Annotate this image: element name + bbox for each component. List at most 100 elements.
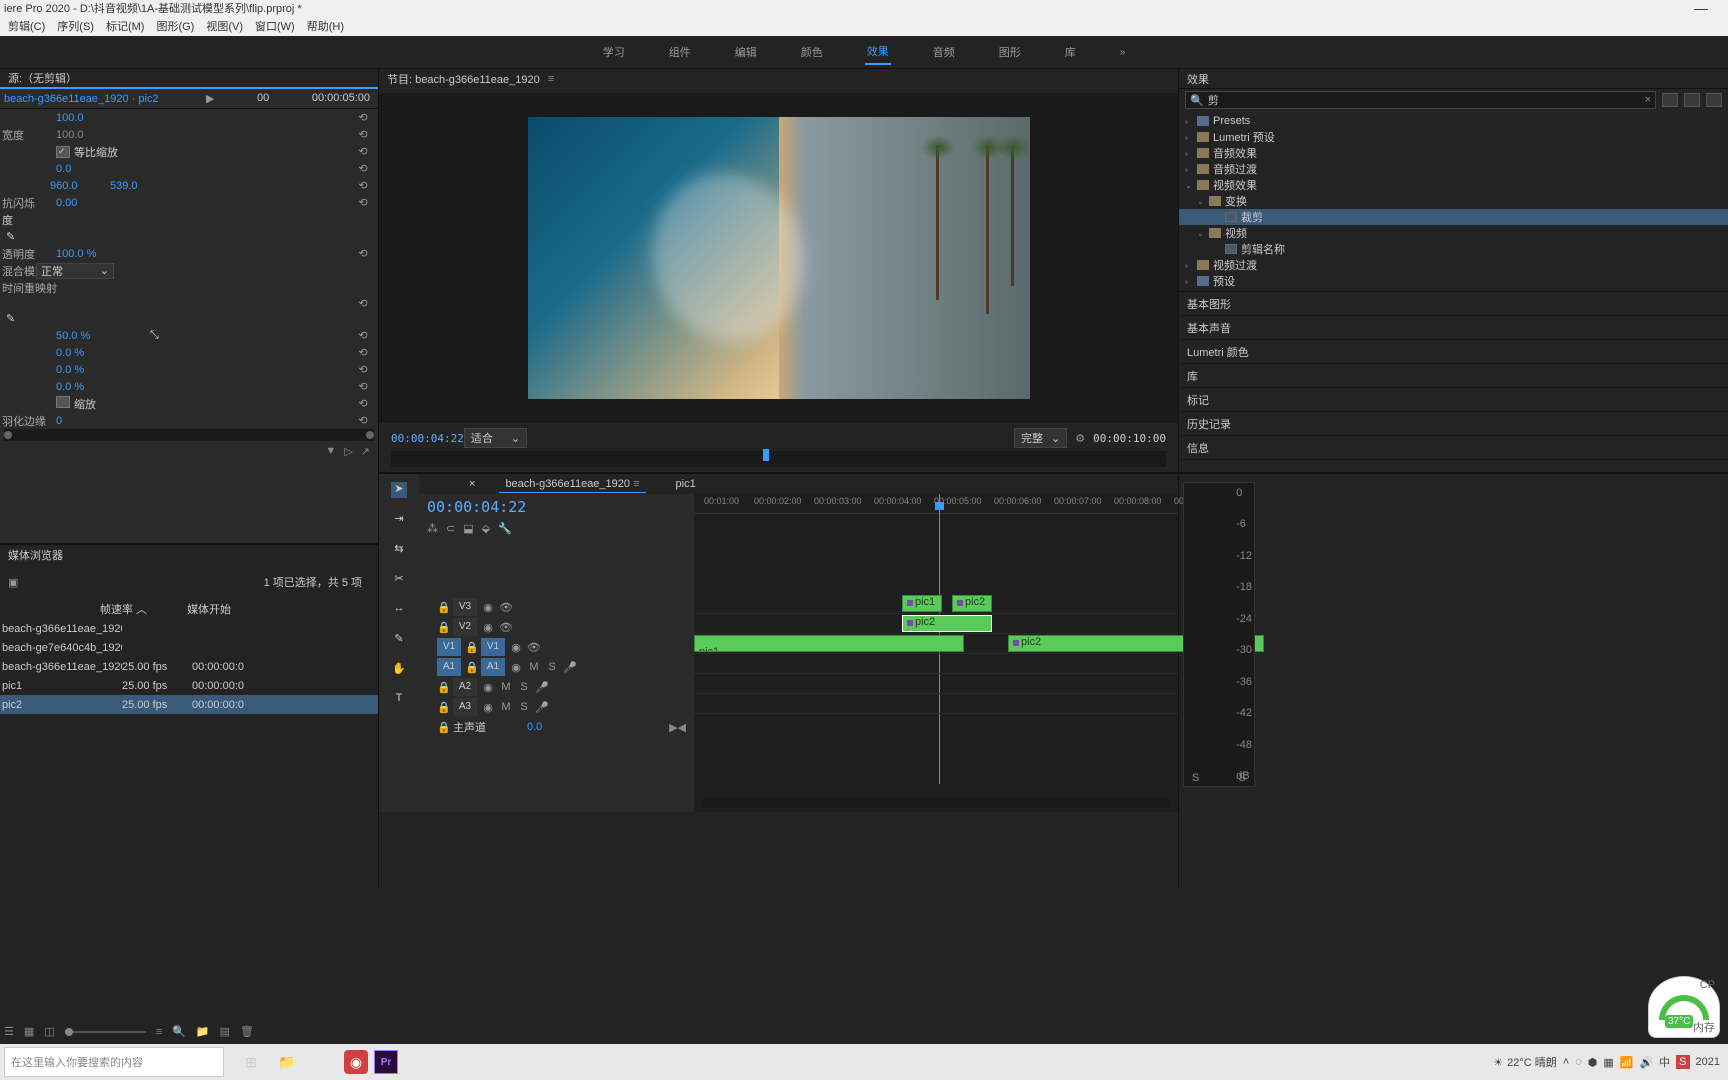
panel-menu-icon[interactable]: ≡ — [548, 73, 554, 85]
camera-icon[interactable]: ▣ — [8, 576, 18, 589]
reset-icon[interactable]: ⟲ — [348, 397, 378, 410]
minimize-icon[interactable]: — — [1694, 0, 1728, 16]
ec-edge-value[interactable]: 0 — [50, 415, 150, 427]
menu-help[interactable]: 帮助(H) — [303, 16, 348, 36]
eye-icon[interactable]: 👁 — [527, 641, 541, 654]
razor-tool-icon[interactable]: ✂ — [391, 572, 407, 588]
reset-icon[interactable]: ⟲ — [348, 145, 378, 158]
reset-icon[interactable]: ⟲ — [348, 111, 378, 124]
lock-icon[interactable]: 🔒 — [465, 661, 477, 674]
task-view-icon[interactable]: ⊞ — [236, 1047, 266, 1077]
reset-icon[interactable]: ⟲ — [348, 162, 378, 175]
toggle-output-icon[interactable]: ◉ — [481, 621, 495, 634]
chrome-icon[interactable] — [308, 1047, 338, 1077]
tray-chevron-icon[interactable]: ˄ — [1563, 1056, 1569, 1068]
src-v1[interactable]: V1 — [437, 638, 461, 656]
list-view-icon[interactable]: ☰ — [4, 1025, 14, 1038]
reset-icon[interactable]: ⟲ — [348, 179, 378, 192]
slip-tool-icon[interactable]: ↔ — [391, 602, 407, 618]
track-a3[interactable]: A3 — [453, 698, 477, 716]
video-preview[interactable] — [379, 93, 1178, 423]
track-a1-lane[interactable] — [694, 654, 1178, 674]
pen-icon[interactable]: ✎ — [0, 230, 14, 244]
panel-essential-graphics[interactable]: 基本图形 — [1179, 292, 1728, 316]
fx-folder-transform[interactable]: ⌄变换 — [1179, 193, 1728, 209]
playhead-icon[interactable] — [763, 449, 769, 461]
lock-icon[interactable]: 🔒 — [437, 621, 449, 634]
settings-icon[interactable]: ⬙ — [482, 522, 490, 535]
filter-icon[interactable]: ▼ — [325, 445, 336, 458]
settings-icon[interactable]: ⚙ — [1075, 432, 1085, 445]
ec-timeline-scrub[interactable] — [4, 429, 374, 441]
ec-rotation-value[interactable]: 0.0 — [50, 163, 150, 175]
timeline-clip[interactable]: pic2 — [952, 595, 992, 612]
ws-assembly[interactable]: 组件 — [667, 40, 693, 64]
taskbar-search-input[interactable]: 在这里输入你要搜索的内容 — [4, 1047, 224, 1077]
ec-anchor-x[interactable]: 960.0 — [50, 180, 110, 192]
reset-icon[interactable]: ⟲ — [348, 329, 378, 342]
solo-icon[interactable]: S — [517, 701, 531, 713]
mute-icon[interactable]: M — [499, 681, 513, 693]
fx-folder-user-presets[interactable]: ›预设 — [1179, 273, 1728, 289]
lock-icon[interactable]: 🔒 — [437, 601, 449, 614]
zoom-fit-select[interactable]: 适合⌄ — [464, 428, 527, 448]
solo-left[interactable]: S — [1192, 772, 1199, 784]
play-icon[interactable]: ▷ — [344, 445, 352, 458]
ws-audio[interactable]: 音频 — [931, 40, 957, 64]
timeline-zoom-bar[interactable] — [702, 798, 1170, 808]
fx-item-clipname[interactable]: 剪辑名称 — [1179, 241, 1728, 257]
panel-info[interactable]: 信息 — [1179, 436, 1728, 460]
collapse-icon[interactable]: ▶◀ — [669, 721, 686, 734]
ec-clip-name[interactable]: beach-g366e11eae_1920 · pic2 — [0, 93, 198, 105]
effects-search-input[interactable]: 🔍 剪 × — [1185, 91, 1656, 109]
reset-icon[interactable]: ⟲ — [348, 414, 378, 427]
col-media-start[interactable]: 媒体开始 — [187, 601, 231, 617]
fx-badge-3-icon[interactable] — [1706, 93, 1722, 107]
timeline-clip-selected[interactable]: pic2 — [902, 615, 992, 632]
menu-view[interactable]: 视图(V) — [202, 16, 247, 36]
reset-icon[interactable]: ⟲ — [348, 247, 378, 260]
tray-icon[interactable]: ⬢ — [1588, 1056, 1598, 1069]
mic-icon[interactable]: 🎤 — [535, 701, 549, 714]
workspace-overflow-icon[interactable]: » — [1118, 43, 1128, 62]
selection-tool-icon[interactable]: ➤ — [391, 482, 407, 498]
clear-icon[interactable]: × — [1645, 94, 1651, 106]
new-bin-icon[interactable]: 📁 — [196, 1025, 210, 1038]
lock-icon[interactable]: 🔒 — [437, 721, 449, 734]
snap-icon[interactable]: ⁂ — [427, 522, 438, 535]
project-item[interactable]: pic225.00 fps00:00:00:0 — [0, 695, 378, 714]
fx-folder-lumetri[interactable]: ›Lumetri 预设 — [1179, 129, 1728, 145]
toggle-output-icon[interactable]: ◉ — [509, 641, 523, 654]
toggle-output-icon[interactable]: ◉ — [509, 661, 523, 674]
toggle-output-icon[interactable]: ◉ — [481, 681, 495, 694]
type-tool-icon[interactable]: T — [391, 692, 407, 708]
ec-crop-right[interactable]: 0.0 % — [50, 364, 150, 376]
ws-learn[interactable]: 学习 — [601, 40, 627, 64]
fx-folder-video-fx[interactable]: ⌄视频效果 — [1179, 177, 1728, 193]
new-item-icon[interactable]: ▤ — [220, 1025, 230, 1038]
project-item[interactable]: beach-ge7e640c4b_1920.jp — [0, 638, 378, 657]
freeform-icon[interactable]: ◫ — [44, 1025, 54, 1038]
toggle-output-icon[interactable]: ◉ — [481, 601, 495, 614]
fx-item-crop[interactable]: 裁剪 — [1179, 209, 1728, 225]
reset-icon[interactable]: ⟲ — [348, 363, 378, 376]
program-scrubbar[interactable] — [391, 451, 1166, 467]
wifi-icon[interactable]: 📶 — [1620, 1056, 1634, 1069]
fx-badge-2-icon[interactable] — [1684, 93, 1700, 107]
track-a2[interactable]: A2 — [453, 678, 477, 696]
panel-menu-icon[interactable]: ≡ — [633, 478, 639, 490]
fx-folder-video-trans[interactable]: ›视频过渡 — [1179, 257, 1728, 273]
program-timecode[interactable]: 00:00:04:22 — [391, 432, 464, 445]
premiere-icon[interactable]: Pr — [374, 1050, 398, 1074]
reset-icon[interactable]: ⟲ — [348, 196, 378, 209]
panel-lumetri-color[interactable]: Lumetri 颜色 — [1179, 340, 1728, 364]
master-value[interactable]: 0.0 — [527, 721, 542, 733]
lock-icon[interactable]: 🔒 — [465, 641, 477, 654]
ec-crop-bottom[interactable]: 0.0 % — [50, 381, 150, 393]
project-item[interactable]: beach-g366e11eae_192025.00 fps00:00:00:0 — [0, 657, 378, 676]
toggle-output-icon[interactable]: ◉ — [481, 701, 495, 714]
sort-icon[interactable]: ≡ — [156, 1026, 162, 1038]
track-a2-lane[interactable] — [694, 674, 1178, 694]
export-icon[interactable]: ↗ — [361, 445, 370, 458]
project-item[interactable]: beach-g366e11eae_1920.jp — [0, 619, 378, 638]
